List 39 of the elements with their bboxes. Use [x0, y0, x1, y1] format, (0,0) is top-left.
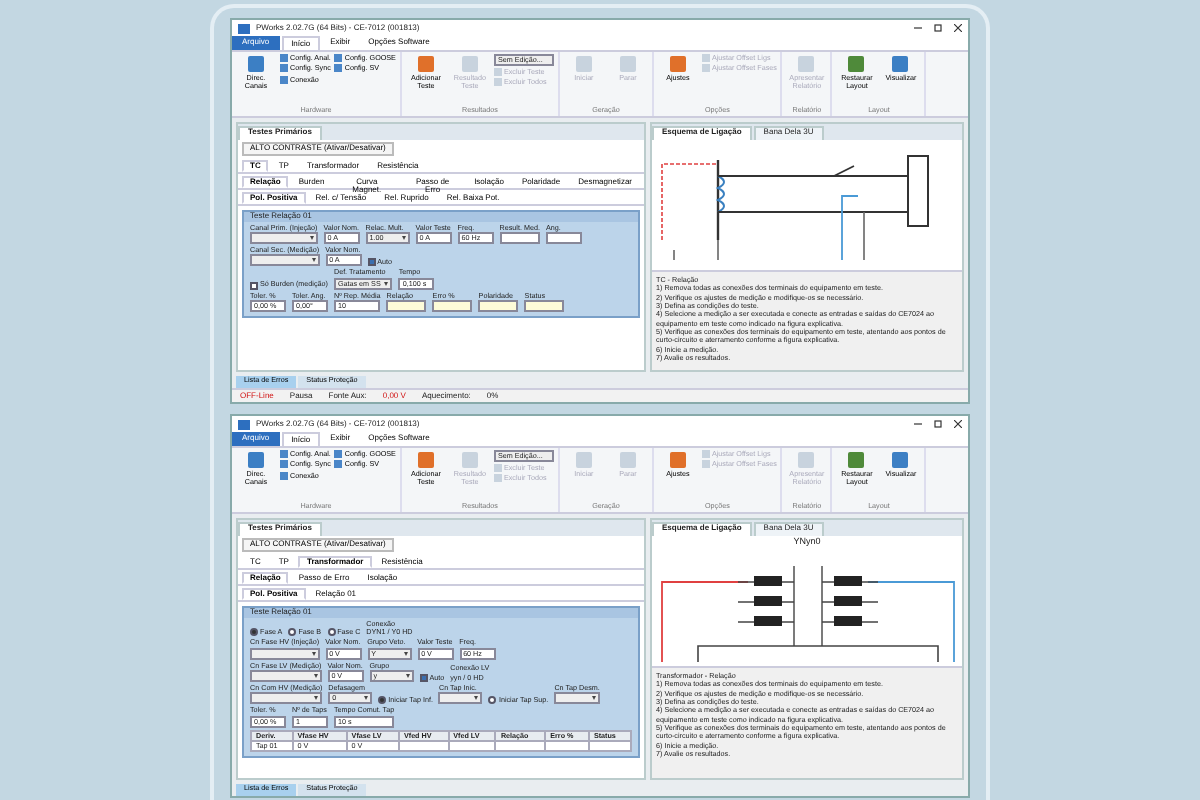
radio-button[interactable] — [250, 628, 258, 637]
close-icon[interactable] — [954, 420, 962, 428]
app-icon — [238, 419, 250, 429]
app-icon — [415, 450, 436, 470]
app-icon — [846, 450, 867, 470]
input-field[interactable] — [545, 232, 582, 245]
dropdown-field[interactable] — [250, 670, 322, 683]
result-field — [386, 300, 427, 313]
dropdown-field[interactable] — [438, 692, 483, 705]
app-icon — [246, 450, 266, 470]
dropdown-field[interactable] — [250, 232, 318, 245]
radio-button[interactable] — [488, 696, 497, 705]
app-icon — [246, 54, 266, 74]
maximize-icon[interactable] — [934, 420, 942, 428]
app-icon — [667, 450, 688, 470]
maximize-icon[interactable] — [934, 24, 942, 32]
result-field — [478, 300, 519, 313]
dropdown-field[interactable] — [554, 692, 600, 705]
input-field[interactable] — [499, 232, 540, 245]
app-icon — [415, 54, 436, 74]
radio-button[interactable] — [378, 696, 387, 705]
app-icon — [890, 54, 911, 74]
radio-button[interactable] — [327, 628, 336, 637]
minimize-icon[interactable] — [914, 420, 922, 428]
result-field — [524, 300, 565, 313]
app-icon — [238, 23, 250, 33]
dropdown-field[interactable] — [250, 254, 320, 267]
minimize-icon[interactable] — [914, 24, 922, 32]
app-icon — [667, 54, 688, 74]
dropdown-field[interactable] — [250, 692, 323, 705]
checkbox[interactable] — [419, 673, 428, 682]
app-icon — [890, 450, 911, 470]
app-icon — [846, 54, 867, 74]
close-icon[interactable] — [954, 24, 962, 32]
dropdown-field[interactable] — [250, 647, 320, 660]
result-field — [432, 300, 473, 313]
checkbox[interactable] — [250, 281, 258, 290]
checkbox[interactable] — [367, 258, 376, 267]
radio-button[interactable] — [288, 628, 297, 637]
